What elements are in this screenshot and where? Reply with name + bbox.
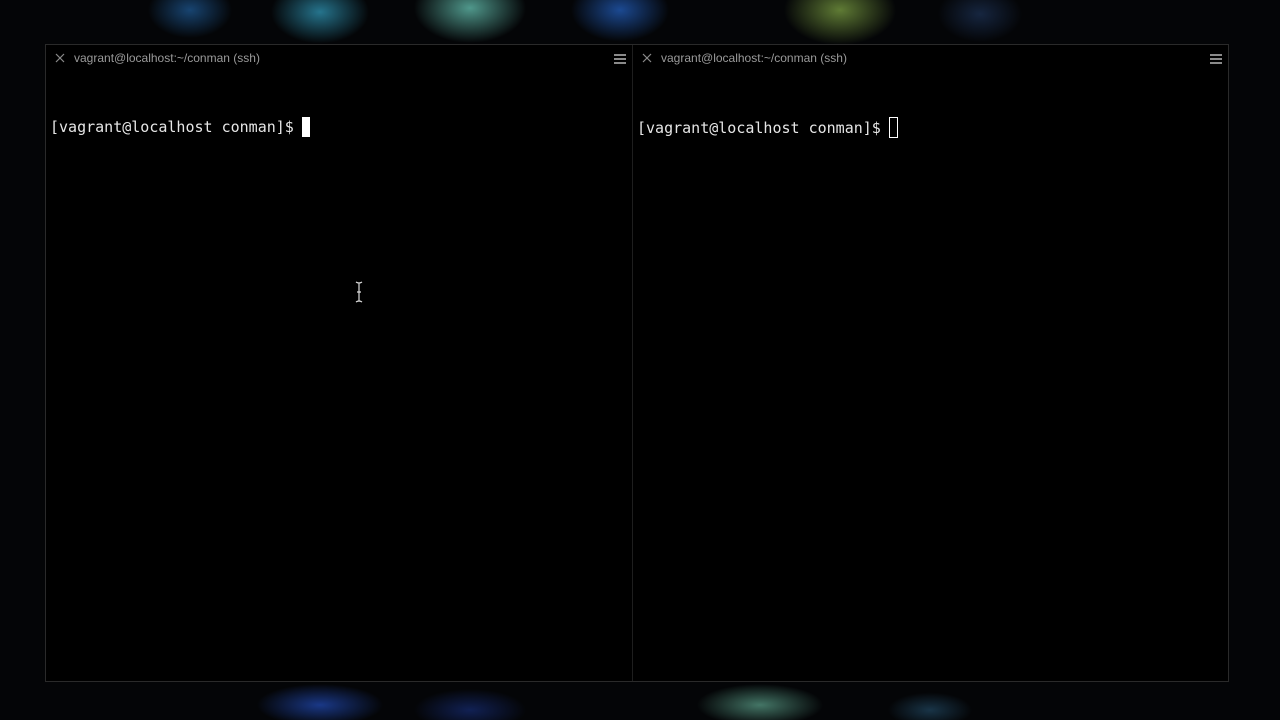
pane-title: vagrant@localhost:~/conman (ssh) <box>74 51 260 65</box>
hamburger-menu-icon[interactable] <box>1210 53 1222 64</box>
pane-title: vagrant@localhost:~/conman (ssh) <box>661 51 847 65</box>
terminal-pane-right[interactable]: vagrant@localhost:~/conman (ssh) [vagran… <box>633 45 1228 681</box>
hamburger-menu-icon[interactable] <box>614 53 626 64</box>
text-cursor <box>888 117 898 138</box>
prompt-line: [vagrant@localhost conman]$ <box>50 117 628 137</box>
terminal-output[interactable]: [vagrant@localhost conman]$ <box>46 71 632 183</box>
shell-prompt: [vagrant@localhost conman]$ <box>637 118 881 137</box>
terminal-window: vagrant@localhost:~/conman (ssh) [vagran… <box>45 44 1229 682</box>
shell-prompt: [vagrant@localhost conman]$ <box>50 118 294 136</box>
prompt-line: [vagrant@localhost conman]$ <box>637 117 1224 138</box>
desktop-wallpaper: vagrant@localhost:~/conman (ssh) [vagran… <box>0 0 1280 720</box>
pane-header: vagrant@localhost:~/conman (ssh) <box>46 45 632 71</box>
pane-header: vagrant@localhost:~/conman (ssh) <box>633 45 1228 71</box>
terminal-pane-left[interactable]: vagrant@localhost:~/conman (ssh) [vagran… <box>46 45 633 681</box>
close-icon[interactable] <box>641 52 653 64</box>
text-ibeam-cursor-icon <box>354 281 364 303</box>
terminal-output[interactable]: [vagrant@localhost conman]$ <box>633 71 1228 184</box>
text-cursor <box>301 117 310 137</box>
close-icon[interactable] <box>54 52 66 64</box>
